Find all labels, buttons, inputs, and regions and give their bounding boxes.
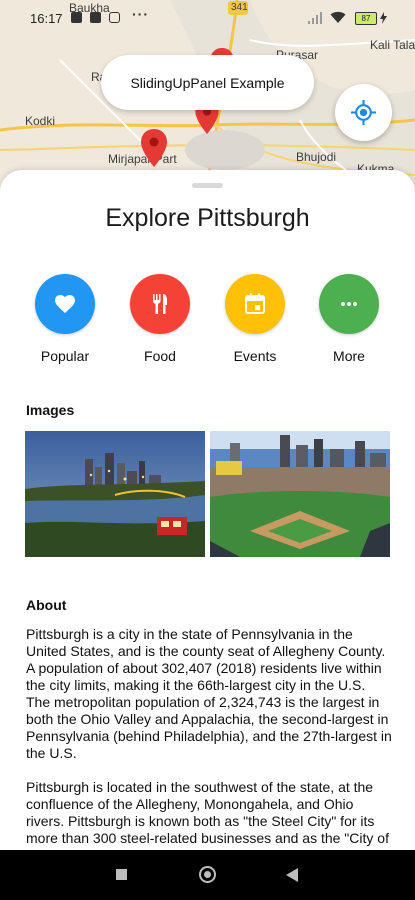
about-text: Pittsburgh is a city in the state of Pen…	[26, 626, 392, 850]
status-bar: 16:17 ··· 87	[0, 0, 415, 36]
home-button[interactable]	[199, 866, 216, 883]
battery-icon: 87	[355, 12, 377, 25]
map-label-kali-tala: Kali Tala	[370, 38, 415, 52]
wifi-icon	[330, 11, 346, 23]
map-marker-icon[interactable]	[141, 129, 167, 167]
category-food-label: Food	[144, 348, 176, 364]
stadium-photo	[210, 431, 390, 557]
category-more[interactable]: More	[309, 274, 389, 364]
app-notification-icon	[90, 12, 101, 23]
app-title-pill: SlidingUpPanel Example	[101, 55, 314, 110]
category-more-circle[interactable]	[319, 274, 379, 334]
more-notifications-icon: ···	[132, 6, 149, 22]
my-location-icon	[351, 100, 376, 125]
images-section-title: Images	[26, 402, 75, 418]
panel-heading: Explore Pittsburgh	[105, 204, 310, 232]
category-food[interactable]: Food	[120, 274, 200, 364]
status-time: 16:17	[30, 11, 63, 26]
sliding-up-panel[interactable]: Explore Pittsburgh Popular Food Events M…	[0, 170, 415, 850]
category-popular-label: Popular	[40, 348, 90, 364]
category-popular[interactable]: Popular	[25, 274, 105, 364]
about-paragraph: Pittsburgh is located in the southwest o…	[26, 779, 389, 850]
category-events[interactable]: Events	[215, 274, 295, 364]
skyline-photo	[25, 431, 205, 557]
heart-icon	[55, 295, 75, 313]
instagram-icon	[109, 12, 120, 23]
pnc-park-image[interactable]	[210, 431, 390, 557]
category-popular-circle[interactable]	[35, 274, 95, 334]
map-label-kodki: Kodki	[25, 114, 56, 128]
back-button[interactable]	[286, 868, 298, 882]
panel-drag-handle[interactable]	[192, 183, 223, 188]
category-food-circle[interactable]	[130, 274, 190, 334]
more-icon	[341, 302, 357, 306]
my-location-button[interactable]	[335, 84, 392, 141]
about-paragraph: Pittsburgh is a city in the state of Pen…	[26, 626, 392, 761]
system-navigation-bar	[0, 850, 415, 900]
recent-apps-button[interactable]	[116, 869, 127, 880]
map-label-bhujodi: Bhujodi	[296, 150, 337, 164]
pittsburgh-skyline-image[interactable]	[25, 431, 205, 557]
event-icon	[245, 293, 265, 314]
about-section-title: About	[26, 597, 67, 613]
category-events-circle[interactable]	[225, 274, 285, 334]
app-screen: Baukha 341 Ra Purasar Kali Tala Kodki Mi…	[0, 0, 415, 850]
category-more-label: More	[333, 348, 365, 364]
signal-icon	[308, 12, 322, 24]
category-events-label: Events	[233, 348, 277, 364]
charging-icon	[380, 12, 387, 24]
message-notification-icon	[71, 12, 82, 23]
restaurant-icon	[153, 294, 167, 314]
